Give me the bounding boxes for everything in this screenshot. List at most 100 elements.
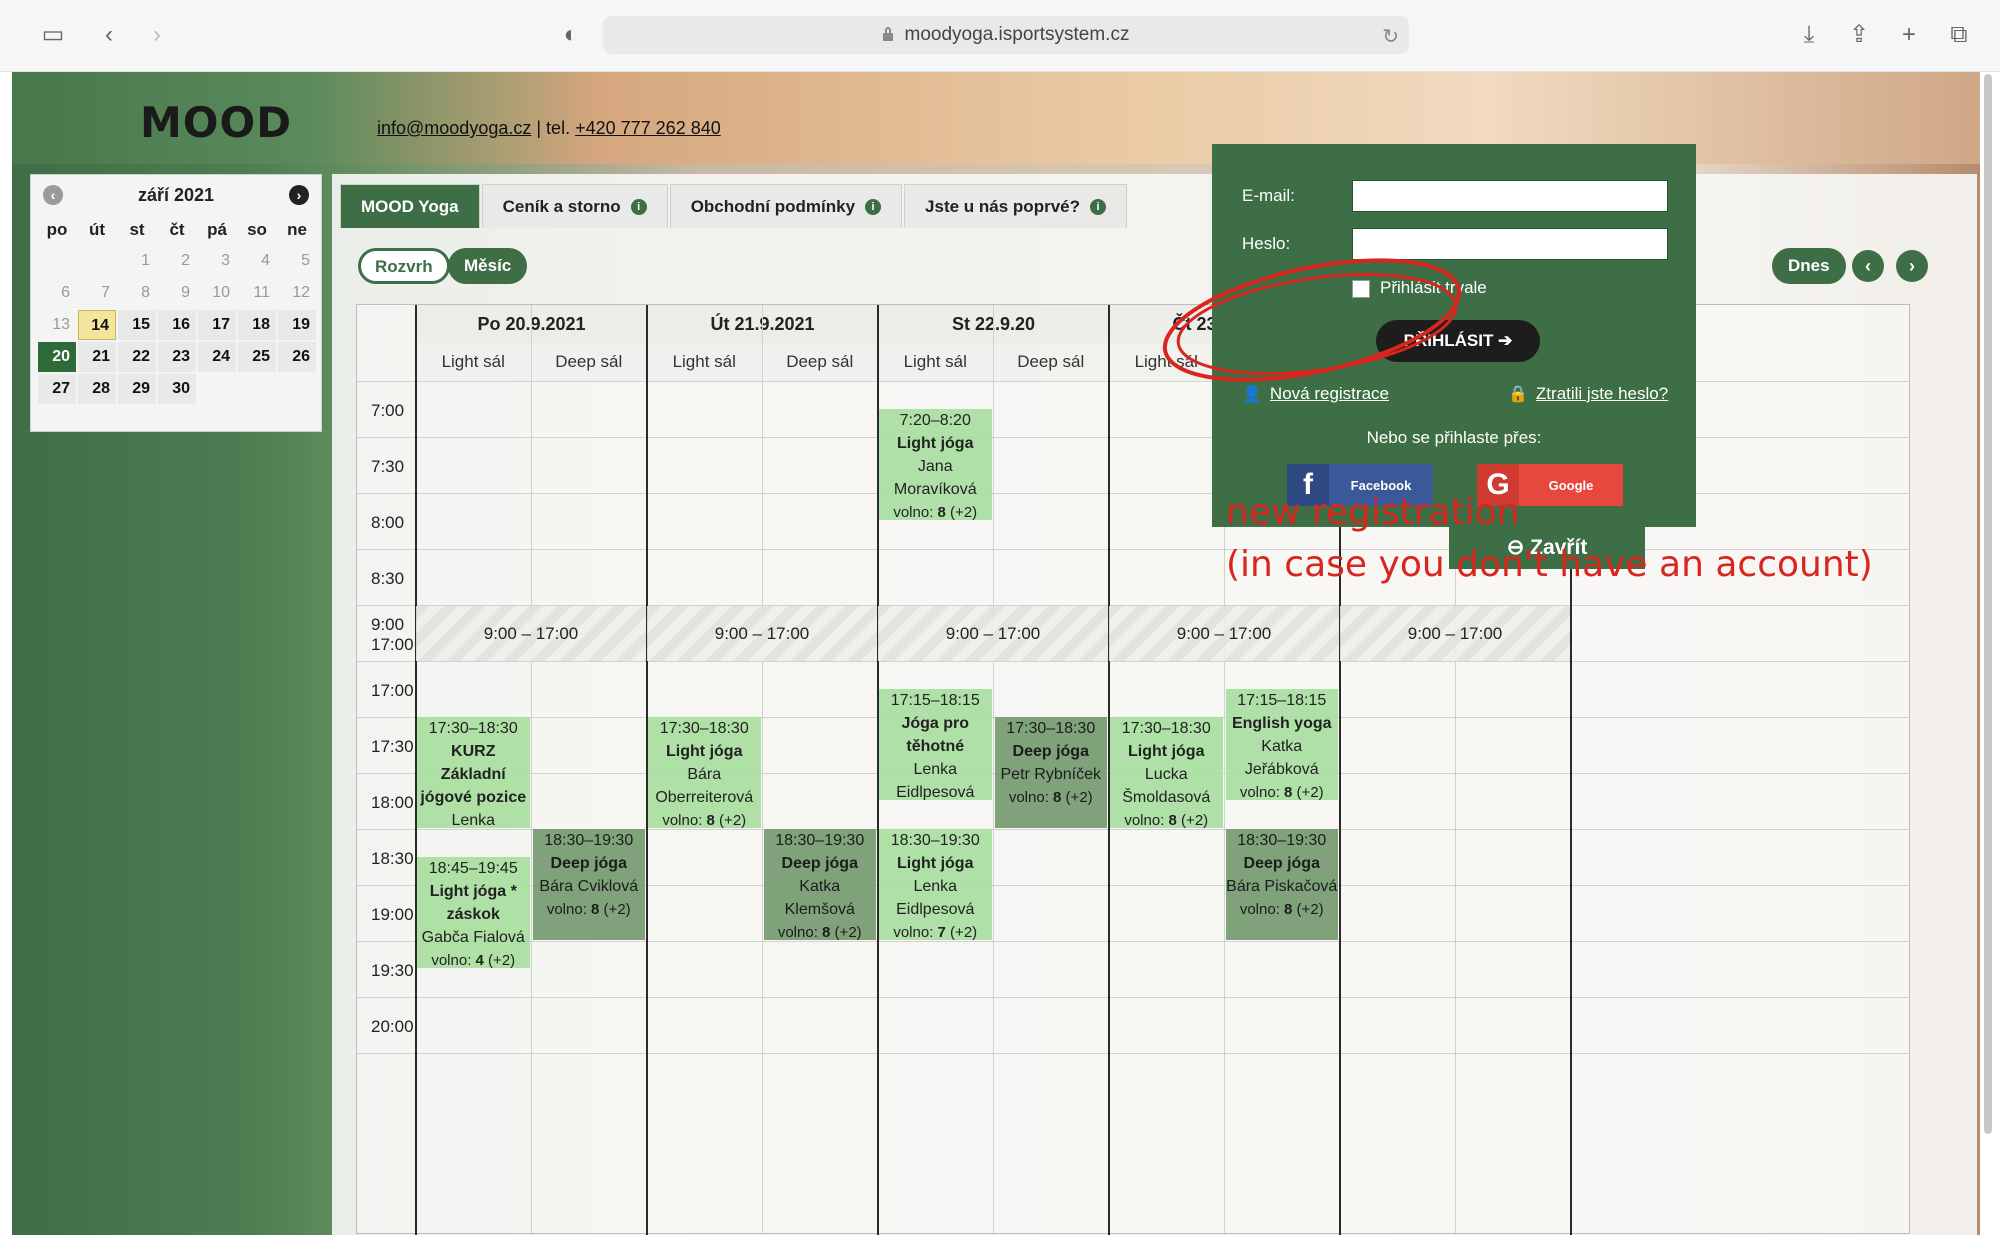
- email-link[interactable]: info@moodyoga.cz: [377, 118, 531, 138]
- shield-icon[interactable]: ◐: [558, 22, 584, 48]
- calendar-day[interactable]: 12: [278, 278, 316, 308]
- month-view-button[interactable]: Měsíc: [448, 248, 528, 284]
- calendar-day[interactable]: 24: [198, 342, 236, 372]
- lost-password-link[interactable]: Ztratili jste heslo?: [1536, 384, 1668, 404]
- event-capacity: volno: 7 (+2): [879, 921, 992, 940]
- class-event[interactable]: 17:30–18:30 Light jóga Bára Oberreiterová v…: [648, 717, 761, 828]
- calendar-day[interactable]: 28: [78, 374, 116, 404]
- download-icon[interactable]: ⤓: [1796, 22, 1822, 48]
- free-count: 4: [475, 952, 484, 968]
- email-label: E-mail:: [1242, 186, 1295, 205]
- calendar-day[interactable]: 7: [78, 278, 116, 308]
- social-login-label: Nebo se přihlaste přes:: [1366, 428, 1542, 447]
- event-time: 17:30–18:30: [428, 720, 518, 737]
- calendar-day[interactable]: 25: [238, 342, 276, 372]
- free-label: volno:: [1239, 784, 1285, 800]
- calendar-day[interactable]: 30: [158, 374, 196, 404]
- info-icon[interactable]: i: [1089, 198, 1106, 215]
- calendar-day[interactable]: 16: [158, 310, 196, 340]
- free-label: volno:: [662, 812, 707, 828]
- event-time: 7:20–8:20: [899, 412, 971, 429]
- info-icon[interactable]: i: [865, 198, 882, 215]
- calendar-day[interactable]: 6: [38, 278, 76, 308]
- class-event[interactable]: 18:30–19:30 Deep jóga Bára Piskačová volno:…: [1225, 829, 1338, 940]
- calendar-day[interactable]: 14: [78, 310, 116, 340]
- calendar-day[interactable]: 9: [158, 278, 196, 308]
- address-bar[interactable]: moodyoga.isportsystem.cz ↻: [603, 16, 1409, 54]
- reload-icon[interactable]: ↻: [1382, 24, 1399, 49]
- forward-icon[interactable]: ›: [144, 22, 170, 48]
- calendar-day[interactable]: 23: [158, 342, 196, 372]
- class-event[interactable]: 18:30–19:30 Deep jóga Katka Klemšová volno:…: [763, 829, 876, 940]
- event-name: Deep jóga: [1243, 855, 1320, 872]
- email-field[interactable]: [1352, 180, 1668, 212]
- tab-0[interactable]: MOOD Yoga: [340, 184, 480, 228]
- calendar-day[interactable]: 13: [38, 310, 76, 340]
- next-week-icon[interactable]: ›: [1896, 250, 1928, 282]
- event-time: 18:30–19:30: [890, 832, 980, 849]
- class-event[interactable]: 18:30–19:30 Deep jóga Bára Cviklová volno: …: [532, 829, 645, 940]
- mood-logo[interactable]: MOOD: [140, 98, 292, 147]
- arrow-right-icon: ➔: [1498, 331, 1513, 350]
- google-label: Google: [1548, 477, 1594, 493]
- event-name: Light jóga: [897, 855, 974, 872]
- class-event[interactable]: 17:15–18:15 Jóga pro těhotné Lenka Eidlpes…: [879, 689, 992, 800]
- free-label: volno:: [1239, 901, 1285, 918]
- prev-month-icon[interactable]: ‹: [43, 185, 63, 205]
- free-label: volno:: [777, 924, 823, 940]
- tab-3[interactable]: Jste u nás poprvé? i: [904, 184, 1127, 228]
- calendar-day[interactable]: 29: [118, 374, 156, 404]
- calendar-day[interactable]: 19: [278, 310, 316, 340]
- tabs-overview-icon[interactable]: ⧉: [1946, 22, 1972, 48]
- calendar-day[interactable]: 2: [158, 246, 196, 276]
- calendar-day[interactable]: 20: [38, 342, 76, 372]
- new-tab-icon[interactable]: +: [1896, 22, 1922, 48]
- time-label: 17:30: [371, 737, 414, 756]
- event-time: 17:30–18:30: [1006, 720, 1096, 737]
- time-label: 17:00: [371, 635, 414, 654]
- row-divider: [357, 661, 1909, 662]
- prev-week-icon[interactable]: ‹: [1852, 250, 1884, 282]
- calendar-day[interactable]: 11: [238, 278, 276, 308]
- event-time: 17:30–18:30: [659, 720, 749, 737]
- class-event[interactable]: 18:45–19:45 Light jóga * záskok Gabča Fial…: [417, 857, 530, 968]
- class-event[interactable]: 17:30–18:30 Light jóga Lucka Šmoldasová vol…: [1110, 717, 1223, 828]
- tab-2[interactable]: Obchodní podmínky i: [669, 184, 903, 228]
- calendar-day[interactable]: 22: [118, 342, 156, 372]
- share-icon[interactable]: ⇪: [1846, 22, 1872, 48]
- next-month-icon[interactable]: ›: [289, 185, 309, 205]
- class-event[interactable]: 17:30–18:30 KURZ Základní jógové pozice Le…: [417, 717, 530, 828]
- back-icon[interactable]: ‹: [96, 22, 122, 48]
- class-event[interactable]: 17:30–18:30 Deep jóga Petr Rybníček volno: …: [994, 717, 1107, 828]
- class-event[interactable]: 7:20–8:20 Light jóga Jana Moravíková volno:…: [879, 409, 992, 520]
- closed-hours-band: 9:00 – 17:00: [416, 606, 646, 661]
- calendar-day[interactable]: 8: [118, 278, 156, 308]
- calendar-day[interactable]: 15: [118, 310, 156, 340]
- lock-icon: [882, 27, 893, 41]
- calendar-day[interactable]: 3: [198, 246, 236, 276]
- free-label: volno:: [431, 952, 476, 968]
- phone-link[interactable]: +420 777 262 840: [575, 118, 721, 138]
- sidebar-toggle-icon[interactable]: ▭: [40, 22, 66, 48]
- event-teacher: Jana Moravíková: [893, 458, 977, 498]
- calendar-day[interactable]: 18: [238, 310, 276, 340]
- calendar-day[interactable]: 5: [278, 246, 316, 276]
- schedule-view-button[interactable]: Rozvrh: [358, 248, 450, 284]
- class-event[interactable]: 17:15–18:15 English yoga Katka Jeřábková vo…: [1225, 689, 1338, 800]
- calendar-day[interactable]: 10: [198, 278, 236, 308]
- calendar-day[interactable]: 17: [198, 310, 236, 340]
- calendar-day[interactable]: 26: [278, 342, 316, 372]
- info-icon[interactable]: i: [630, 198, 647, 215]
- tab-label: Ceník a storno: [502, 196, 621, 216]
- tab-1[interactable]: Ceník a storno i: [481, 184, 668, 228]
- waitlist-count: (+2): [1292, 784, 1324, 800]
- calendar-day[interactable]: 1: [118, 246, 156, 276]
- calendar-day[interactable]: 27: [38, 374, 76, 404]
- class-event[interactable]: 18:30–19:30 Light jóga Lenka Eidlpesová vol…: [879, 829, 992, 940]
- scrollbar[interactable]: [1984, 74, 1992, 1134]
- calendar-day[interactable]: 21: [78, 342, 116, 372]
- calendar-day[interactable]: 4: [238, 246, 276, 276]
- password-label: Heslo:: [1242, 234, 1291, 253]
- today-button[interactable]: Dnes: [1772, 248, 1846, 284]
- lock-icon: 🔒: [1508, 386, 1528, 403]
